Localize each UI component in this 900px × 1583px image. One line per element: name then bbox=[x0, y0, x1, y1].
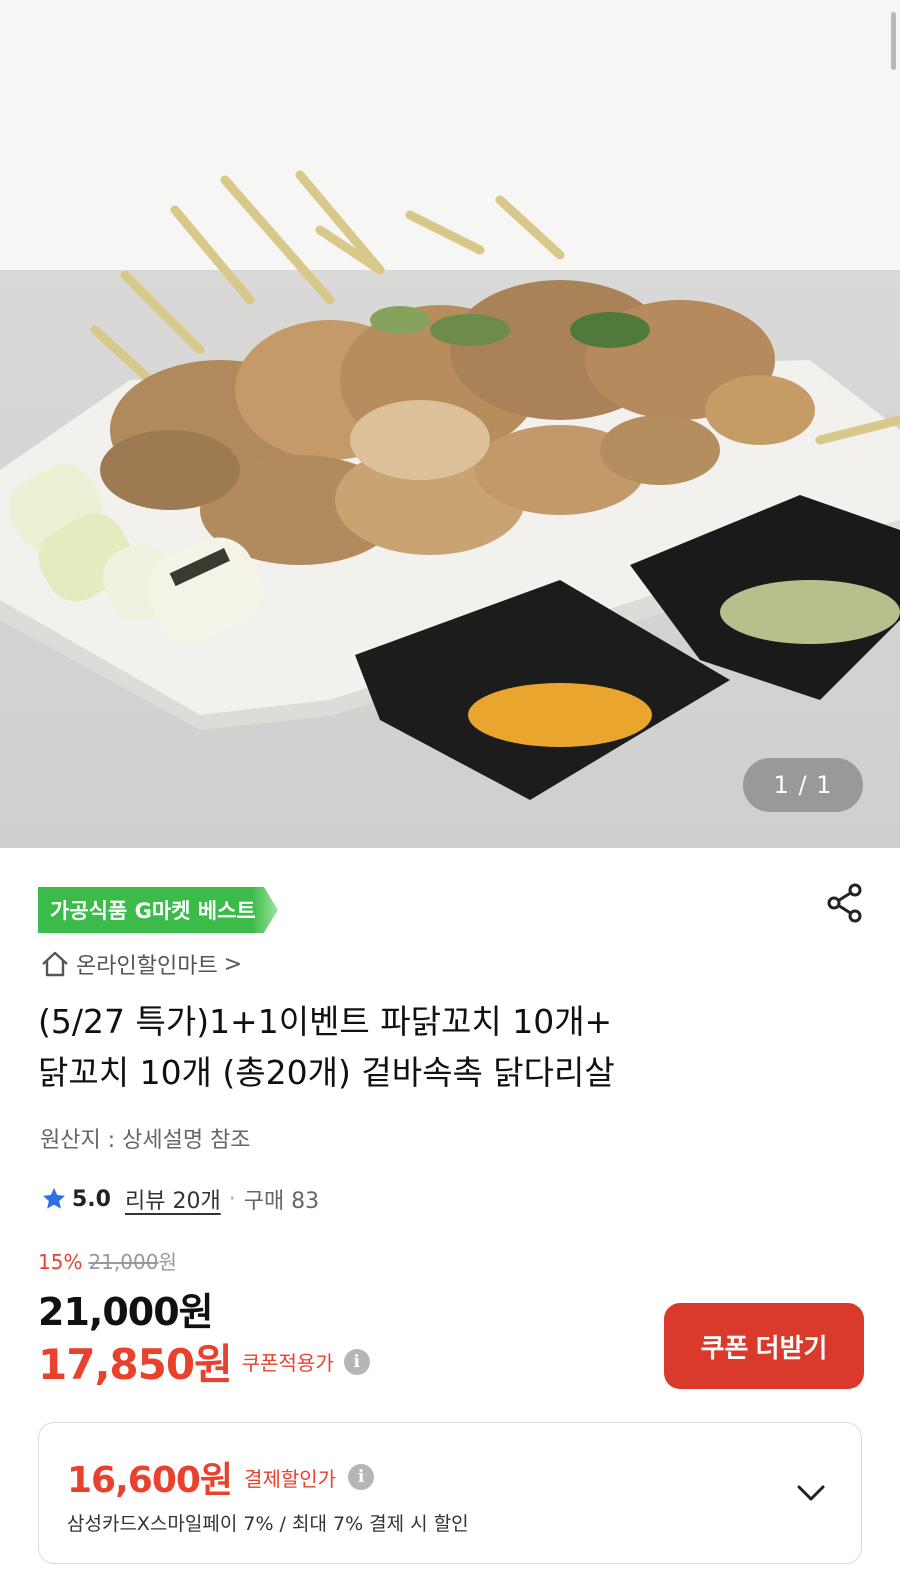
info-icon[interactable]: i bbox=[343, 1348, 370, 1375]
card-discount-label: 결제할인가 bbox=[244, 1466, 337, 1491]
product-title-line-2: 닭꼬치 10개 (총20개) 겉바속촉 닭다리살 bbox=[38, 1053, 615, 1092]
gallery-scrollbar[interactable] bbox=[891, 12, 896, 70]
current-price: 21,000원 bbox=[38, 1290, 214, 1334]
chevron-down-icon[interactable] bbox=[791, 1473, 831, 1513]
card-discount-description: 삼성카드X스마일페이 7% / 최대 7% 결제 시 할인 bbox=[67, 1513, 469, 1535]
product-image-gallery[interactable]: 1 / 1 bbox=[0, 0, 900, 848]
rating-score: 5.0 bbox=[72, 1186, 111, 1212]
chevron-right-icon: > bbox=[223, 951, 243, 977]
product-title-line-1: (5/27 특가)1+1이벤트 파닭꼬치 10개+ bbox=[38, 1002, 613, 1041]
best-badge-label: 가공식품 G마켓 베스트 bbox=[50, 899, 256, 923]
card-discount-price: 16,600원 bbox=[67, 1460, 233, 1501]
get-more-coupons-button[interactable]: 쿠폰 더받기 bbox=[664, 1303, 864, 1389]
gallery-page-indicator: 1 / 1 bbox=[743, 758, 863, 812]
discount-rate: 15% bbox=[38, 1250, 83, 1274]
purchase-count: 구매 83 bbox=[243, 1189, 320, 1214]
store-link[interactable]: 온라인할인마트 > bbox=[40, 944, 242, 984]
rating-row: 5.0 리뷰 20개 · 구매 83 bbox=[40, 1182, 319, 1216]
coupon-price-row: 17,850원 쿠폰적용가 i bbox=[38, 1331, 370, 1392]
share-icon bbox=[827, 883, 862, 923]
card-price-row: 16,600원 결제할인가 i bbox=[67, 1451, 375, 1503]
star-icon bbox=[43, 1187, 65, 1209]
product-photo bbox=[0, 170, 900, 800]
info-icon[interactable]: i bbox=[348, 1464, 375, 1490]
coupon-price: 17,850원 bbox=[38, 1340, 233, 1389]
store-name: 온라인할인마트 bbox=[76, 954, 218, 979]
review-count-link[interactable]: 리뷰 20개 bbox=[125, 1183, 221, 1215]
card-discount-box[interactable]: 16,600원 결제할인가 i 삼성카드X스마일페이 7% / 최대 7% 결제… bbox=[38, 1422, 862, 1564]
best-badge[interactable]: 가공식품 G마켓 베스트 bbox=[38, 887, 278, 933]
share-button[interactable] bbox=[822, 880, 868, 926]
coupon-price-label: 쿠폰적용가 bbox=[241, 1351, 334, 1375]
product-origin: 원산지 : 상세설명 참조 bbox=[40, 1128, 251, 1153]
original-price-unit: 원 bbox=[158, 1250, 177, 1274]
home-icon bbox=[42, 951, 68, 977]
rating-separator: · bbox=[228, 1186, 236, 1212]
product-title: (5/27 특가)1+1이벤트 파닭꼬치 10개+ 닭꼬치 10개 (총20개)… bbox=[38, 996, 868, 1098]
original-price: 21,000 bbox=[88, 1250, 159, 1274]
discount-row: 15% 21,000원 bbox=[38, 1246, 177, 1275]
